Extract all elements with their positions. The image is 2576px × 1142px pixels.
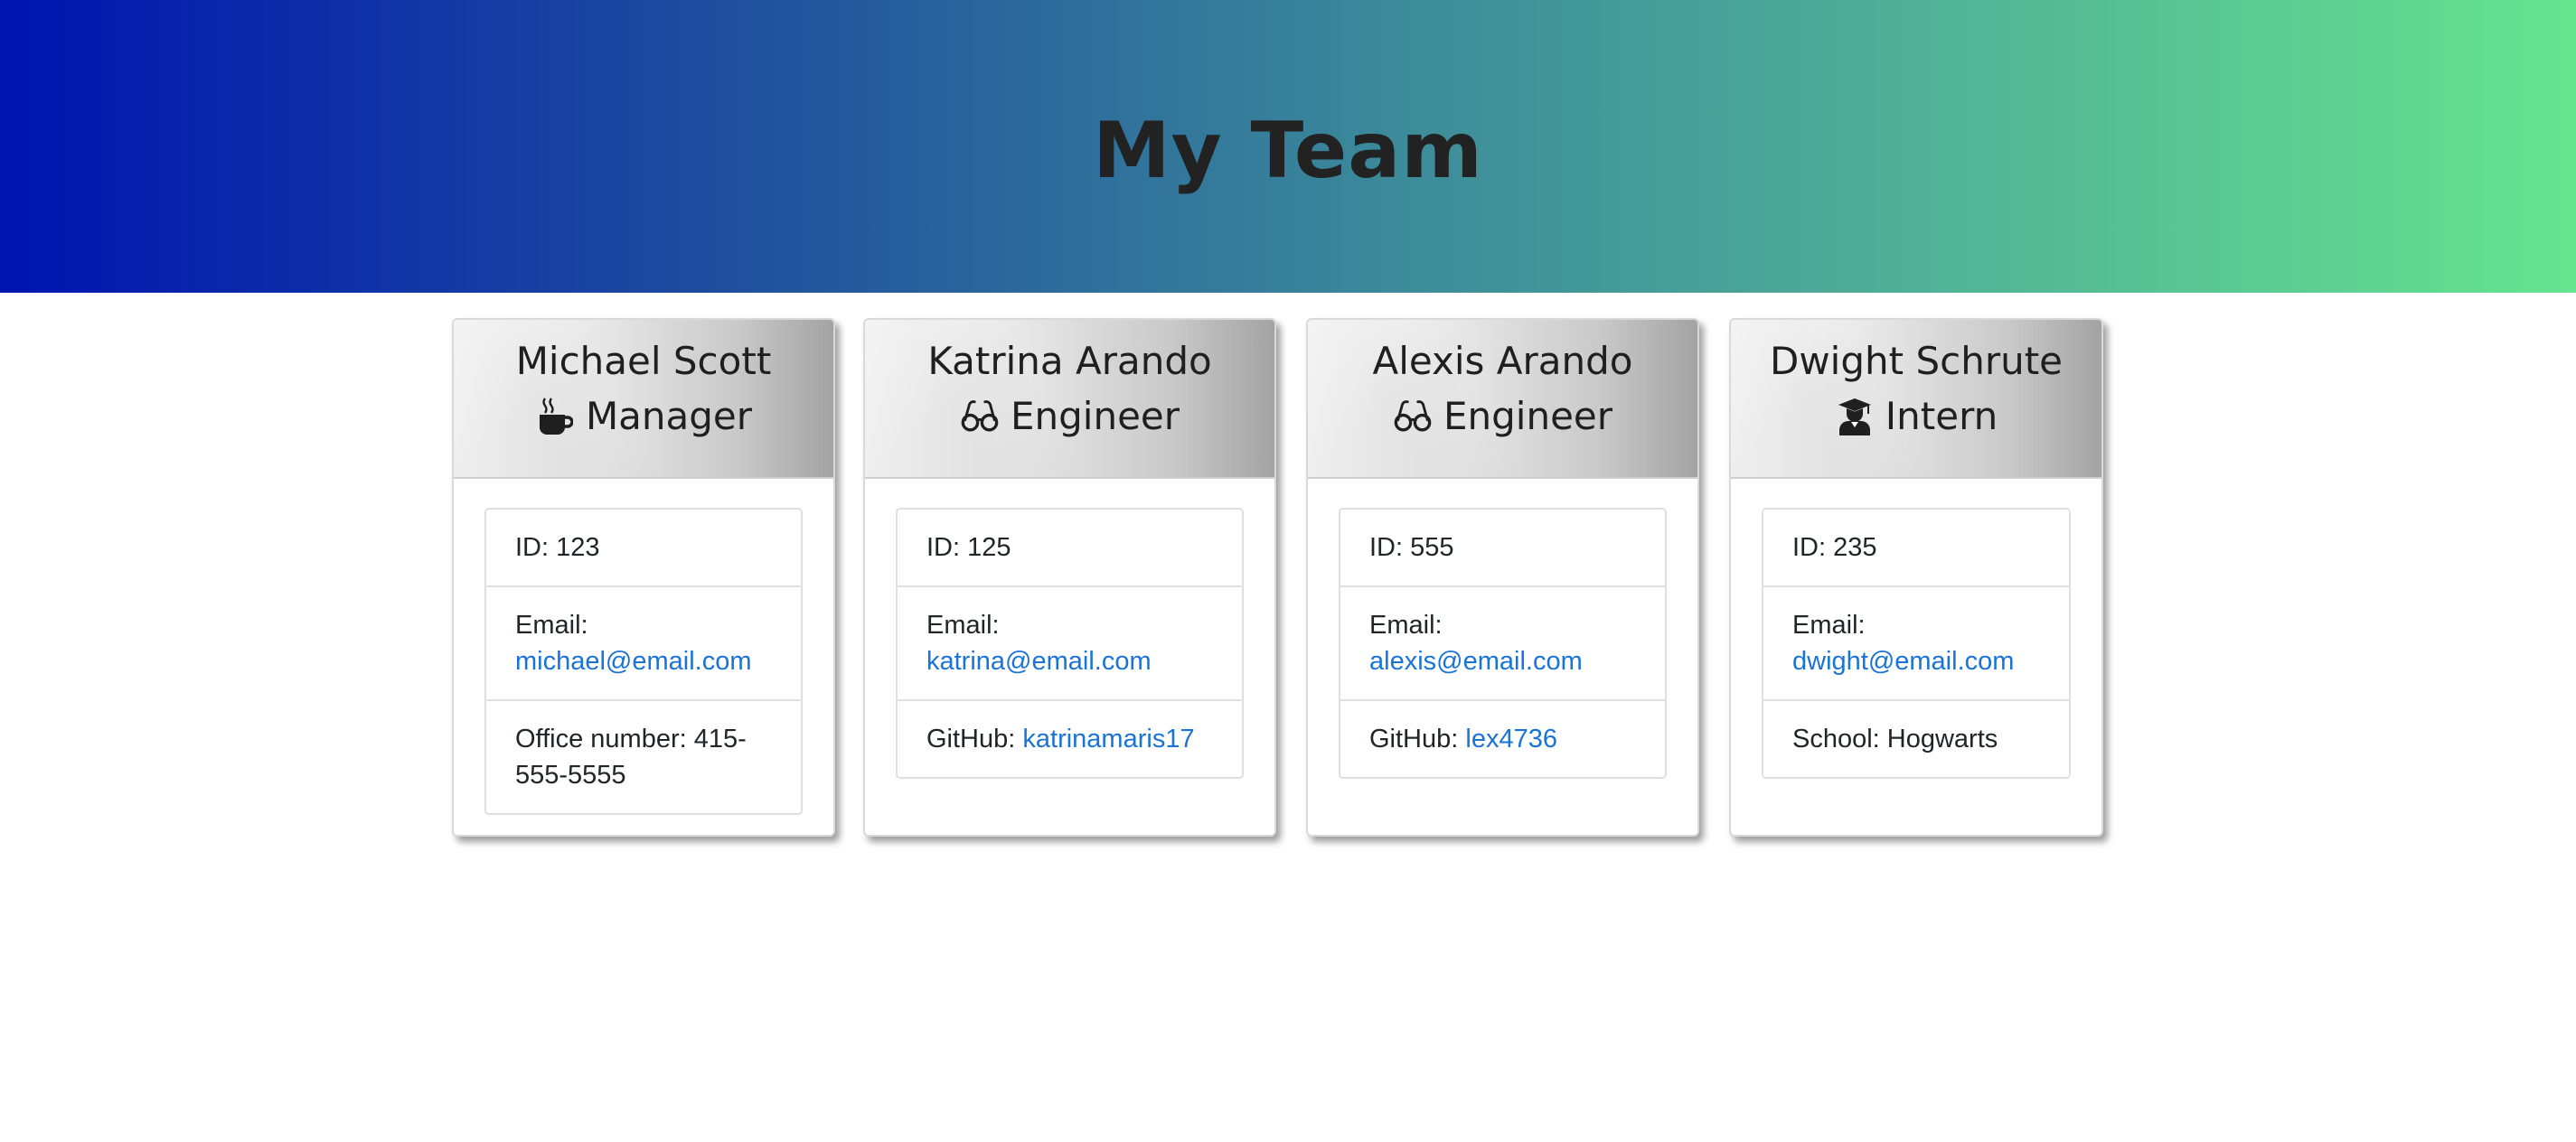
employee-id: ID: 555: [1340, 510, 1665, 587]
employee-role: Manager: [454, 387, 833, 446]
employee-details-list: ID: 555 Email: alexis@email.com GitHub: …: [1339, 508, 1667, 779]
school-row: School: Hogwarts: [1792, 725, 1998, 754]
card-header: Alexis Arando Engineer: [1308, 320, 1697, 479]
office-number-line2: 555-5555: [515, 761, 626, 790]
employee-name: Katrina Arando: [927, 339, 1212, 383]
graduate-icon: [1835, 397, 1875, 436]
employee-card-manager: Michael Scott Manager ID: 123 Email: mic…: [452, 318, 835, 837]
employee-role: Intern: [1731, 387, 2101, 446]
employee-email-row: Email: alexis@email.com: [1340, 587, 1665, 701]
header-banner: My Team: [0, 0, 2576, 293]
office-number-line1: Office number: 415-: [515, 725, 747, 754]
employee-name: Michael Scott: [515, 339, 772, 383]
email-label: Email:: [515, 611, 588, 640]
role-label: Intern: [1885, 394, 1998, 438]
email-label: Email:: [1369, 611, 1443, 640]
email-link[interactable]: michael@email.com: [515, 647, 752, 676]
email-label: Email:: [1792, 611, 1866, 640]
card-header: Michael Scott Manager: [454, 320, 833, 479]
card-header: Dwight Schrute Intern: [1731, 320, 2101, 479]
employee-role: Engineer: [865, 387, 1274, 446]
github-row: GitHub: katrinamaris17: [898, 701, 1242, 777]
employee-details-list: ID: 235 Email: dwight@email.com School: …: [1762, 508, 2071, 779]
employee-name: Dwight Schrute: [1769, 339, 2064, 383]
employee-card-engineer: Katrina Arando Engineer ID: 125 Email: k…: [863, 318, 1276, 837]
email-link[interactable]: dwight@email.com: [1792, 647, 2014, 676]
employee-details-list: ID: 125 Email: katrina@email.com GitHub:…: [896, 508, 1244, 779]
email-label: Email:: [926, 611, 1000, 640]
role-label: Engineer: [1443, 394, 1613, 438]
employee-card-engineer: Alexis Arando Engineer ID: 555 Email: al…: [1306, 318, 1699, 837]
page-title: My Team: [1093, 106, 1483, 196]
employee-id: ID: 235: [1763, 510, 2069, 587]
role-label: Engineer: [1010, 394, 1180, 438]
email-link[interactable]: katrina@email.com: [926, 647, 1152, 676]
employee-email-row: Email: katrina@email.com: [898, 587, 1242, 701]
github-label: GitHub:: [1369, 725, 1459, 754]
employee-email-row: Email: michael@email.com: [486, 587, 801, 701]
employee-email-row: Email: dwight@email.com: [1763, 587, 2069, 701]
github-link[interactable]: lex4736: [1465, 725, 1557, 754]
office-number-row: Office number: 415- 555-5555: [486, 701, 801, 813]
employee-role: Engineer: [1308, 387, 1697, 446]
github-row: GitHub: lex4736: [1340, 701, 1665, 777]
card-header: Katrina Arando Engineer: [865, 320, 1274, 479]
employee-name: Alexis Arando: [1372, 339, 1633, 383]
employee-id: ID: 123: [486, 510, 801, 587]
employee-id: ID: 125: [898, 510, 1242, 587]
github-label: GitHub:: [926, 725, 1016, 754]
employee-details-list: ID: 123 Email: michael@email.com Office …: [484, 508, 803, 815]
coffee-icon: [535, 397, 575, 436]
glasses-icon: [960, 397, 1000, 436]
github-link[interactable]: katrinamaris17: [1022, 725, 1194, 754]
role-label: Manager: [585, 394, 753, 438]
glasses-icon: [1393, 397, 1433, 436]
email-link[interactable]: alexis@email.com: [1369, 647, 1583, 676]
employee-card-intern: Dwight Schrute Intern ID: 235 Email: dwi…: [1729, 318, 2103, 837]
